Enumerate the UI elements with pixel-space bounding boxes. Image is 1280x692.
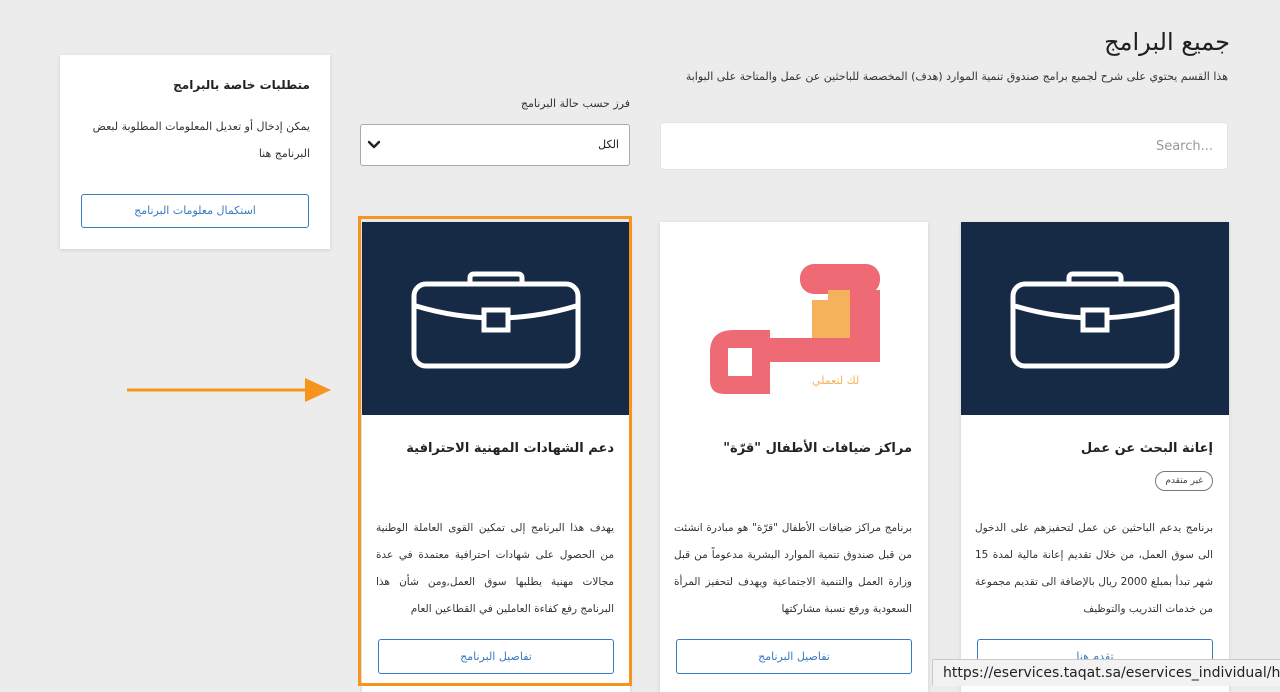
qurrah-logo: لك لتعملي bbox=[710, 264, 880, 394]
program-card-professional-certificates: دعم الشهادات المهنية الاحترافية يهدف هذا… bbox=[362, 222, 630, 692]
filter-label: فرز حسب حالة البرنامج bbox=[520, 97, 630, 110]
status-badge: غير متقدم bbox=[1155, 471, 1213, 491]
filter-selected-value: الكل bbox=[598, 138, 619, 151]
program-details-button[interactable]: تفاصيل البرنامج bbox=[676, 639, 912, 674]
program-image bbox=[961, 222, 1229, 415]
requirements-description: يمكن إدخال أو تعديل المعلومات المطلوبة ل… bbox=[92, 120, 310, 160]
program-details-button[interactable]: تفاصيل البرنامج bbox=[378, 639, 614, 674]
program-card-job-search: إعانة البحث عن عمل غير متقدم برنامج يدعم… bbox=[961, 222, 1229, 692]
status-bar-url: https://eservices.taqat.sa/eservices_ind… bbox=[932, 659, 1280, 686]
briefcase-icon bbox=[411, 271, 581, 369]
program-description: يهدف هذا البرنامج إلى تمكين القوى العامل… bbox=[376, 522, 614, 615]
complete-program-info-button[interactable]: استكمال معلومات البرنامج bbox=[81, 194, 309, 228]
program-card-qurrah: لك لتعملي مراكز ضيافات الأطفال "قرّة" بر… bbox=[660, 222, 928, 692]
status-filter-select[interactable]: الكل bbox=[360, 124, 630, 166]
chevron-down-icon bbox=[367, 140, 381, 149]
program-image bbox=[362, 222, 630, 415]
page-title: جميع البرامج bbox=[1104, 28, 1230, 56]
arrow-right-icon bbox=[127, 378, 331, 402]
program-title: إعانة البحث عن عمل bbox=[1080, 441, 1213, 456]
program-description: برنامج مراكز ضيافات الأطفال "قرّة" هو مب… bbox=[674, 522, 912, 615]
briefcase-icon bbox=[1010, 271, 1180, 369]
page-subtitle: هذا القسم يحتوي على شرح لجميع برامج صندو… bbox=[685, 70, 1228, 83]
requirements-card: متطلبات خاصة بالبرامج يمكن إدخال أو تعدي… bbox=[60, 55, 330, 249]
program-description: برنامج يدعم الباحثين عن عمل لتحفيزهم على… bbox=[975, 522, 1213, 615]
search-box bbox=[660, 122, 1228, 170]
requirements-title: متطلبات خاصة بالبرامج bbox=[173, 78, 310, 92]
qurrah-logo-caption: لك لتعملي bbox=[812, 374, 859, 387]
program-title: مراكز ضيافات الأطفال "قرّة" bbox=[723, 441, 912, 456]
program-title: دعم الشهادات المهنية الاحترافية bbox=[406, 441, 614, 456]
search-input[interactable] bbox=[661, 123, 1227, 169]
program-image: لك لتعملي bbox=[660, 222, 928, 415]
